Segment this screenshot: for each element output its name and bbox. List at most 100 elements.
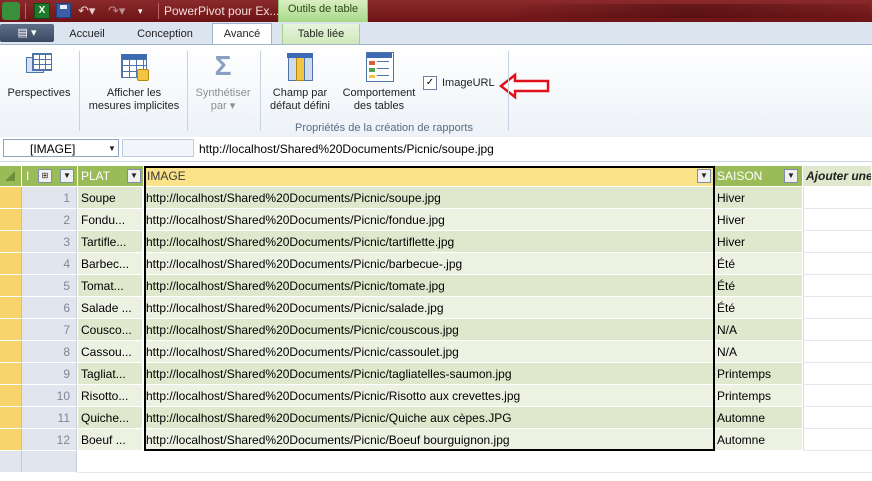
- tab-avance[interactable]: Avancé: [212, 23, 272, 45]
- cell-saison[interactable]: N/A: [714, 341, 802, 363]
- table-row[interactable]: 10 Risotto... http://localhost/Shared%20…: [0, 385, 872, 407]
- cell-plat[interactable]: Fondu...: [78, 209, 142, 231]
- cell-plat[interactable]: Boeuf ...: [78, 429, 142, 451]
- tab-conception[interactable]: Conception: [124, 24, 206, 44]
- cell-image-url[interactable]: http://localhost/Shared%20Documents/Picn…: [145, 209, 714, 231]
- tab-accueil[interactable]: Accueil: [62, 24, 112, 44]
- row-selector[interactable]: [0, 231, 22, 253]
- cell-saison[interactable]: Hiver: [714, 187, 802, 209]
- cell-image-url[interactable]: http://localhost/Shared%20Documents/Picn…: [145, 231, 714, 253]
- table-row[interactable]: 3 Tartifle... http://localhost/Shared%20…: [0, 231, 872, 253]
- column-header-image[interactable]: IMAGE ▼: [144, 166, 714, 186]
- cell-plat[interactable]: Tomat...: [78, 275, 142, 297]
- cell-saison[interactable]: Hiver: [714, 209, 802, 231]
- cell-image-url[interactable]: http://localhost/Shared%20Documents/Picn…: [145, 429, 714, 451]
- tab-table-liee[interactable]: Table liée: [282, 24, 360, 44]
- cell-saison[interactable]: Printemps: [714, 385, 802, 407]
- cell-add-column[interactable]: [803, 187, 872, 209]
- cell-image-url[interactable]: http://localhost/Shared%20Documents/Picn…: [145, 385, 714, 407]
- cell-saison[interactable]: Été: [714, 275, 802, 297]
- row-selector[interactable]: [0, 275, 22, 297]
- saison-filter-icon[interactable]: ▼: [784, 169, 798, 183]
- column-header-saison[interactable]: SAISON ▼: [714, 166, 803, 186]
- cell-add-column[interactable]: [803, 231, 872, 253]
- row-selector[interactable]: [0, 341, 22, 363]
- table-behavior-button[interactable]: Comportement des tables: [338, 51, 420, 113]
- table-row[interactable]: 7 Cousco... http://localhost/Shared%20Do…: [0, 319, 872, 341]
- hierarchy-icon[interactable]: ⊞: [38, 169, 52, 183]
- row-selector[interactable]: [0, 297, 22, 319]
- cell-image-url[interactable]: http://localhost/Shared%20Documents/Picn…: [145, 319, 714, 341]
- column-header-plat[interactable]: PLAT ▼: [78, 166, 144, 186]
- undo-icon[interactable]: ↶▾: [78, 3, 98, 19]
- row-selector[interactable]: [0, 429, 22, 451]
- cell-add-column[interactable]: [803, 209, 872, 231]
- cell-plat[interactable]: Barbec...: [78, 253, 142, 275]
- summarize-by-button[interactable]: Σ Synthétiser par ▾: [190, 51, 256, 113]
- cell-saison[interactable]: Automne: [714, 407, 802, 429]
- cell-add-column[interactable]: [803, 319, 872, 341]
- table-row[interactable]: 5 Tomat... http://localhost/Shared%20Doc…: [0, 275, 872, 297]
- cell-plat[interactable]: Salade ...: [78, 297, 142, 319]
- perspectives-button[interactable]: Perspectives: [4, 51, 74, 100]
- powerpivot-app-icon[interactable]: [2, 2, 20, 20]
- cell-image-url[interactable]: http://localhost/Shared%20Documents/Picn…: [145, 187, 714, 209]
- plat-filter-icon[interactable]: ▼: [127, 169, 141, 183]
- cell-image-url[interactable]: http://localhost/Shared%20Documents/Picn…: [145, 253, 714, 275]
- table-row[interactable]: 12 Boeuf ... http://localhost/Shared%20D…: [0, 429, 872, 451]
- table-row[interactable]: 4 Barbec... http://localhost/Shared%20Do…: [0, 253, 872, 275]
- cell-plat[interactable]: Quiche...: [78, 407, 142, 429]
- cell-plat[interactable]: Risotto...: [78, 385, 142, 407]
- cell-plat[interactable]: Tagliat...: [78, 363, 142, 385]
- cell-saison[interactable]: Été: [714, 253, 802, 275]
- cell-add-column[interactable]: [803, 253, 872, 275]
- imageurl-label[interactable]: ImageURL: [442, 76, 495, 90]
- cell-image-url[interactable]: http://localhost/Shared%20Documents/Picn…: [145, 407, 714, 429]
- formula-function-box[interactable]: [122, 139, 194, 157]
- redo-icon[interactable]: ↷▾: [108, 3, 128, 19]
- cell-add-column[interactable]: [803, 385, 872, 407]
- cell-saison[interactable]: Printemps: [714, 363, 802, 385]
- table-row[interactable]: 11 Quiche... http://localhost/Shared%20D…: [0, 407, 872, 429]
- column-name-box[interactable]: [IMAGE]: [3, 139, 119, 157]
- cell-plat[interactable]: Soupe: [78, 187, 142, 209]
- namebox-dropdown-icon[interactable]: ▼: [108, 144, 116, 153]
- cell-image-url[interactable]: http://localhost/Shared%20Documents/Picn…: [145, 341, 714, 363]
- row-selector[interactable]: [0, 363, 22, 385]
- row-selector[interactable]: [0, 385, 22, 407]
- cell-add-column[interactable]: [803, 407, 872, 429]
- table-row[interactable]: 2 Fondu... http://localhost/Shared%20Doc…: [0, 209, 872, 231]
- cell-image-url[interactable]: http://localhost/Shared%20Documents/Picn…: [145, 275, 714, 297]
- cell-add-column[interactable]: [803, 297, 872, 319]
- row-selector[interactable]: [0, 407, 22, 429]
- table-row[interactable]: 6 Salade ... http://localhost/Shared%20D…: [0, 297, 872, 319]
- cell-saison[interactable]: Automne: [714, 429, 802, 451]
- table-row[interactable]: 9 Tagliat... http://localhost/Shared%20D…: [0, 363, 872, 385]
- cell-saison[interactable]: Hiver: [714, 231, 802, 253]
- save-icon[interactable]: [56, 3, 71, 18]
- cell-image-url[interactable]: http://localhost/Shared%20Documents/Picn…: [145, 363, 714, 385]
- customize-toolbar-icon[interactable]: ▾: [138, 3, 152, 19]
- image-filter-icon[interactable]: ▼: [697, 169, 711, 183]
- cell-plat[interactable]: Cousco...: [78, 319, 142, 341]
- row-selector[interactable]: [0, 319, 22, 341]
- cell-add-column[interactable]: [803, 363, 872, 385]
- file-menu-button[interactable]: ▤ ▾: [0, 24, 54, 42]
- row-selector[interactable]: [0, 209, 22, 231]
- cell-saison[interactable]: Été: [714, 297, 802, 319]
- cell-add-column[interactable]: [803, 429, 872, 451]
- row-header-filter-icon[interactable]: ▼: [60, 169, 74, 183]
- imageurl-checkbox[interactable]: ✓: [423, 76, 437, 90]
- table-row[interactable]: 1 Soupe http://localhost/Shared%20Docume…: [0, 187, 872, 209]
- formula-value[interactable]: http://localhost/Shared%20Documents/Picn…: [199, 142, 494, 156]
- select-all-corner[interactable]: [0, 166, 22, 186]
- cell-plat[interactable]: Tartifle...: [78, 231, 142, 253]
- cell-add-column[interactable]: [803, 275, 872, 297]
- add-column-header[interactable]: Ajouter une colonne: [803, 166, 872, 186]
- cell-image-url[interactable]: http://localhost/Shared%20Documents/Picn…: [145, 297, 714, 319]
- show-implicit-measures-button[interactable]: Afficher les mesures implicites: [84, 51, 184, 113]
- row-selector[interactable]: [0, 253, 22, 275]
- default-field-set-button[interactable]: Champ par défaut défini: [264, 51, 336, 113]
- row-selector[interactable]: [0, 187, 22, 209]
- cell-saison[interactable]: N/A: [714, 319, 802, 341]
